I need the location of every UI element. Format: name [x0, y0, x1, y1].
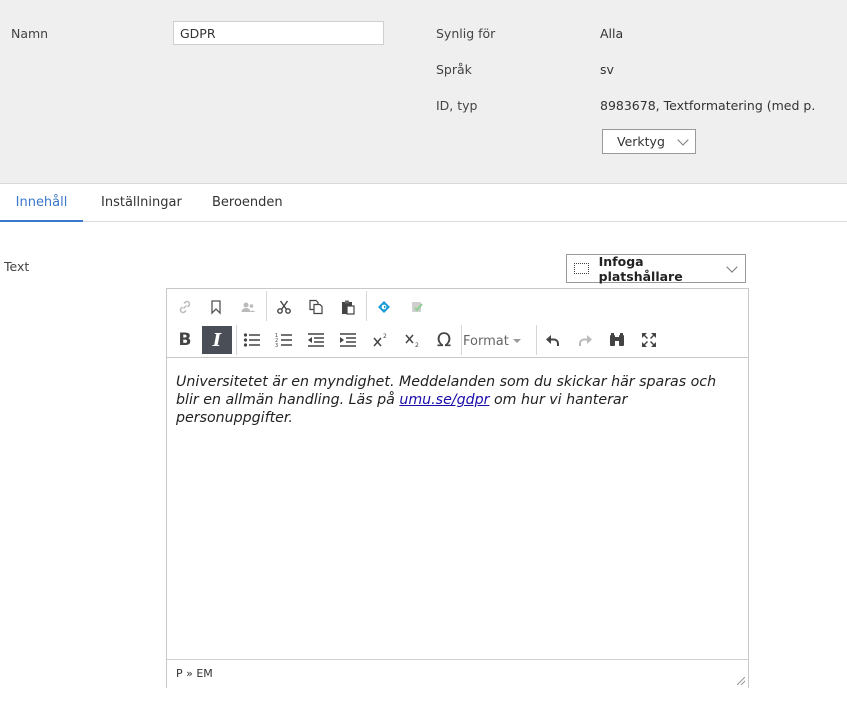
- bulleted-list-icon[interactable]: [238, 326, 266, 354]
- toolbar-separator: [366, 291, 367, 321]
- find-icon[interactable]: [603, 326, 631, 354]
- tab-content[interactable]: Innehåll: [0, 184, 83, 222]
- link-icon[interactable]: [171, 293, 199, 321]
- indent-icon[interactable]: [334, 326, 362, 354]
- chevron-down-icon: [677, 133, 689, 146]
- svg-text:2: 2: [383, 333, 387, 340]
- anchor-icon[interactable]: [202, 293, 230, 321]
- tools-dropdown-button[interactable]: Verktyg: [602, 129, 696, 154]
- resize-grip-icon[interactable]: [737, 677, 745, 685]
- id-type-label: ID, typ: [436, 98, 478, 113]
- editor-statusbar: P » EM: [167, 659, 748, 688]
- insert-link-icon[interactable]: [370, 293, 398, 321]
- bold-button[interactable]: B: [171, 326, 199, 354]
- superscript-icon[interactable]: 2: [366, 326, 394, 354]
- copy-icon[interactable]: [302, 293, 330, 321]
- format-label: Format: [463, 333, 509, 349]
- editor-toolbar: B I 123 2 2 Ω Format: [167, 289, 748, 358]
- paste-icon[interactable]: [334, 293, 362, 321]
- svg-text:3: 3: [275, 343, 278, 348]
- rich-text-editor: B I 123 2 2 Ω Format Universitetet är en…: [166, 288, 749, 688]
- spellcheck-icon[interactable]: [403, 293, 431, 321]
- tab-settings[interactable]: Inställningar: [101, 184, 182, 220]
- tools-button-label: Verktyg: [617, 134, 665, 149]
- toolbar-separator: [236, 325, 237, 355]
- tab-bar: Innehåll Inställningar Beroenden: [0, 184, 847, 222]
- special-character-icon[interactable]: Ω: [430, 326, 458, 354]
- insert-placeholder-button[interactable]: Infoga platshållare: [566, 253, 746, 284]
- text-field-label: Text: [4, 259, 30, 274]
- name-label: Namn: [11, 26, 49, 41]
- format-dropdown[interactable]: Format: [463, 327, 521, 355]
- language-label: Språk: [436, 62, 472, 77]
- placeholder-icon: [574, 263, 589, 274]
- outdent-icon[interactable]: [302, 326, 330, 354]
- svg-text:2: 2: [415, 342, 419, 348]
- toolbar-separator: [266, 291, 267, 321]
- caret-down-icon: [512, 339, 521, 343]
- id-type-value: 8983678, Textformatering (med p...: [600, 98, 815, 113]
- gdpr-link[interactable]: umu.se/gdpr: [399, 392, 489, 408]
- visible-for-label: Synlig för: [436, 26, 496, 41]
- undo-icon[interactable]: [539, 326, 567, 354]
- editor-content[interactable]: Universitetet är en myndighet. Meddeland…: [176, 373, 741, 427]
- numbered-list-icon[interactable]: 123: [270, 326, 298, 354]
- toolbar-separator: [461, 325, 462, 355]
- redo-icon[interactable]: [571, 326, 599, 354]
- language-value: sv: [600, 62, 614, 77]
- toolbar-separator: [536, 325, 537, 355]
- name-input[interactable]: [173, 21, 384, 45]
- tab-dependencies[interactable]: Beroenden: [212, 184, 283, 220]
- subscript-icon[interactable]: 2: [398, 326, 426, 354]
- element-path[interactable]: P » EM: [176, 667, 213, 680]
- italic-button[interactable]: I: [202, 326, 232, 354]
- visible-for-value: Alla: [600, 26, 624, 41]
- cut-icon[interactable]: [270, 293, 298, 321]
- insert-placeholder-label: Infoga platshållare: [598, 253, 683, 284]
- user-icon[interactable]: [234, 293, 262, 321]
- maximize-icon[interactable]: [635, 326, 663, 354]
- properties-header: Namn Synlig för Alla Språk sv ID, typ 89…: [0, 0, 847, 184]
